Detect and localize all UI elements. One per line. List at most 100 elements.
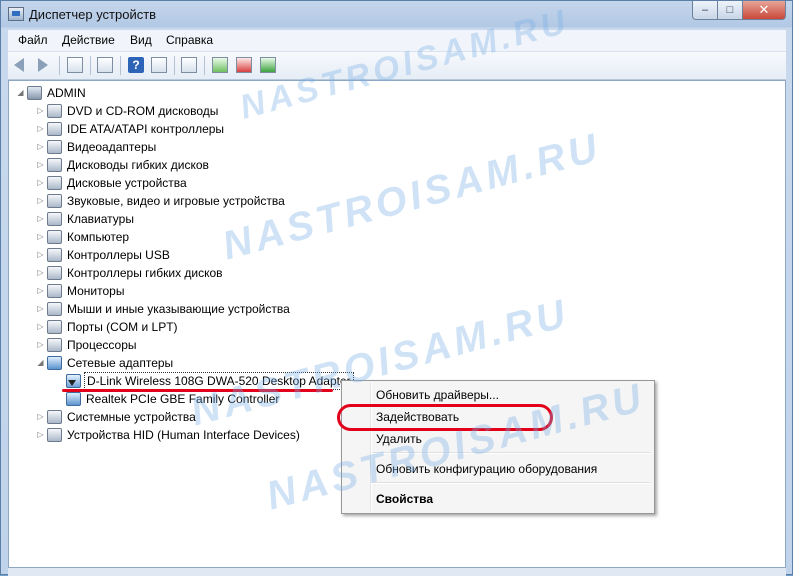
monitor-icon [47, 284, 62, 298]
enable-device-icon[interactable] [260, 57, 276, 73]
expand-icon[interactable]: ▷ [36, 408, 45, 426]
tree-item-usb[interactable]: ▷ Контроллеры USB [36, 246, 336, 264]
tree-item-realtek-adapter[interactable]: Realtek PCIe GBE Family Controller [55, 390, 335, 408]
tree-item-label: IDE ATA/ATAPI контроллеры [67, 122, 225, 136]
menu-separator [372, 482, 651, 484]
expand-icon[interactable]: ▷ [36, 120, 45, 138]
tree-item-disk-drives[interactable]: ▷ Дисковые устройства [36, 174, 336, 192]
tree-item-label: Звуковые, видео и игровые устройства [67, 194, 285, 208]
tree-item-sound[interactable]: ▷ Звуковые, видео и игровые устройства [36, 192, 336, 210]
menu-help[interactable]: Справка [166, 33, 213, 47]
dvd-drive-icon [47, 104, 62, 118]
view-icon[interactable] [151, 57, 167, 73]
tree-item-monitors[interactable]: ▷ Мониторы [36, 282, 336, 300]
close-button[interactable]: ✕ [742, 1, 786, 20]
title-bar[interactable]: Диспетчер устройств – □ ✕ [1, 1, 792, 29]
expand-icon[interactable]: ▷ [36, 228, 45, 246]
tree-item-hid[interactable]: ▷ Устройства HID (Human Interface Device… [36, 426, 336, 444]
tree-item-label: Процессоры [67, 338, 137, 352]
expand-icon[interactable]: ▷ [36, 156, 45, 174]
expand-icon[interactable]: ▷ [36, 102, 45, 120]
menu-properties[interactable]: Свойства [376, 489, 433, 509]
menu-file[interactable]: Файл [18, 33, 48, 47]
floppy-controller-icon [47, 266, 62, 280]
tree-item-floppy-drives[interactable]: ▷ Дисководы гибких дисков [36, 156, 336, 174]
tree-item-label: DVD и CD-ROM дисководы [67, 104, 219, 118]
tree-item-system-devices[interactable]: ▷ Системные устройства [36, 408, 336, 426]
toolbar-separator [120, 56, 121, 75]
collapse-icon[interactable]: ◢ [16, 84, 25, 102]
expand-icon[interactable]: ▷ [36, 174, 45, 192]
tree-item-keyboards[interactable]: ▷ Клавиатуры [36, 210, 336, 228]
menu-separator [372, 452, 651, 454]
tree-item-label: Устройства HID (Human Interface Devices) [67, 428, 300, 442]
tree-item-dvd[interactable]: ▷ DVD и CD-ROM дисководы [36, 102, 336, 120]
tree-item-label: Контроллеры гибких дисков [67, 266, 223, 280]
tree-item-processors[interactable]: ▷ Процессоры [36, 336, 336, 354]
toolbar-separator [204, 56, 205, 75]
scan-hardware-icon[interactable] [181, 57, 197, 73]
console-tree-icon[interactable] [67, 57, 83, 73]
floppy-drive-icon [47, 158, 62, 172]
tree-item-label: Мониторы [67, 284, 125, 298]
tree-item-label: Системные устройства [67, 410, 196, 424]
maximize-button[interactable]: □ [717, 1, 743, 20]
toolbar-separator [174, 56, 175, 75]
expand-icon[interactable]: ▷ [36, 282, 45, 300]
tree-item-dlink-adapter[interactable]: D-Link Wireless 108G DWA-520 Desktop Ada… [55, 372, 355, 390]
collapse-icon[interactable]: ◢ [36, 354, 45, 372]
back-icon[interactable] [14, 58, 24, 72]
properties-icon[interactable] [97, 57, 113, 73]
processor-icon [47, 338, 62, 352]
display-adapter-icon [47, 140, 62, 154]
forward-icon[interactable] [38, 58, 48, 72]
menu-update-drivers[interactable]: Обновить драйверы... [376, 385, 499, 405]
menu-delete[interactable]: Удалить [376, 429, 422, 449]
expand-icon[interactable]: ▷ [36, 138, 45, 156]
tree-item-label: Видеоадаптеры [67, 140, 157, 154]
tree-item-label: Дисковые устройства [67, 176, 187, 190]
window-title: Диспетчер устройств [29, 7, 157, 22]
mouse-icon [47, 302, 62, 316]
expand-icon[interactable]: ▷ [36, 300, 45, 318]
menu-view[interactable]: Вид [130, 33, 152, 47]
tree-item-label: Порты (COM и LPT) [67, 320, 178, 334]
hid-icon [47, 428, 62, 442]
usb-icon [47, 248, 62, 262]
port-icon [47, 320, 62, 334]
tree-item-label: Realtek PCIe GBE Family Controller [86, 392, 280, 406]
minimize-button[interactable]: – [692, 1, 718, 20]
system-device-icon [47, 410, 62, 424]
tree-item-ide[interactable]: ▷ IDE ATA/ATAPI контроллеры [36, 120, 336, 138]
network-adapter-icon [47, 356, 62, 370]
tree-item-video[interactable]: ▷ Видеоадаптеры [36, 138, 336, 156]
speaker-icon [47, 194, 62, 208]
menu-scan-hardware[interactable]: Обновить конфигурацию оборудования [376, 459, 597, 479]
tree-item-floppy-controllers[interactable]: ▷ Контроллеры гибких дисков [36, 264, 336, 282]
uninstall-icon[interactable] [236, 57, 252, 73]
context-menu: Обновить драйверы... Задействовать Удали… [341, 380, 655, 514]
expand-icon[interactable]: ▷ [36, 426, 45, 444]
tree-root[interactable]: ◢ ADMIN [16, 84, 216, 102]
update-driver-icon[interactable] [212, 57, 228, 73]
tree-item-network-adapters[interactable]: ◢ Сетевые адаптеры [36, 354, 336, 372]
expand-icon[interactable]: ▷ [36, 336, 45, 354]
keyboard-icon [47, 212, 62, 226]
help-icon[interactable]: ? [128, 57, 144, 73]
network-adapter-icon [66, 392, 81, 406]
expand-icon[interactable]: ▷ [36, 318, 45, 336]
menu-action[interactable]: Действие [62, 33, 115, 47]
ide-controller-icon [47, 122, 62, 136]
disabled-arrow-icon [68, 380, 76, 386]
expand-icon[interactable]: ▷ [36, 210, 45, 228]
expand-icon[interactable]: ▷ [36, 264, 45, 282]
tree-item-ports[interactable]: ▷ Порты (COM и LPT) [36, 318, 336, 336]
tree-item-label: Сетевые адаптеры [67, 356, 174, 370]
tree-item-mice[interactable]: ▷ Мыши и иные указывающие устройства [36, 300, 336, 318]
expand-icon[interactable]: ▷ [36, 192, 45, 210]
tree-item-computer[interactable]: ▷ Компьютер [36, 228, 336, 246]
computer-icon [27, 86, 42, 100]
annotation-underline [62, 389, 333, 392]
disk-drive-icon [47, 176, 62, 190]
expand-icon[interactable]: ▷ [36, 246, 45, 264]
